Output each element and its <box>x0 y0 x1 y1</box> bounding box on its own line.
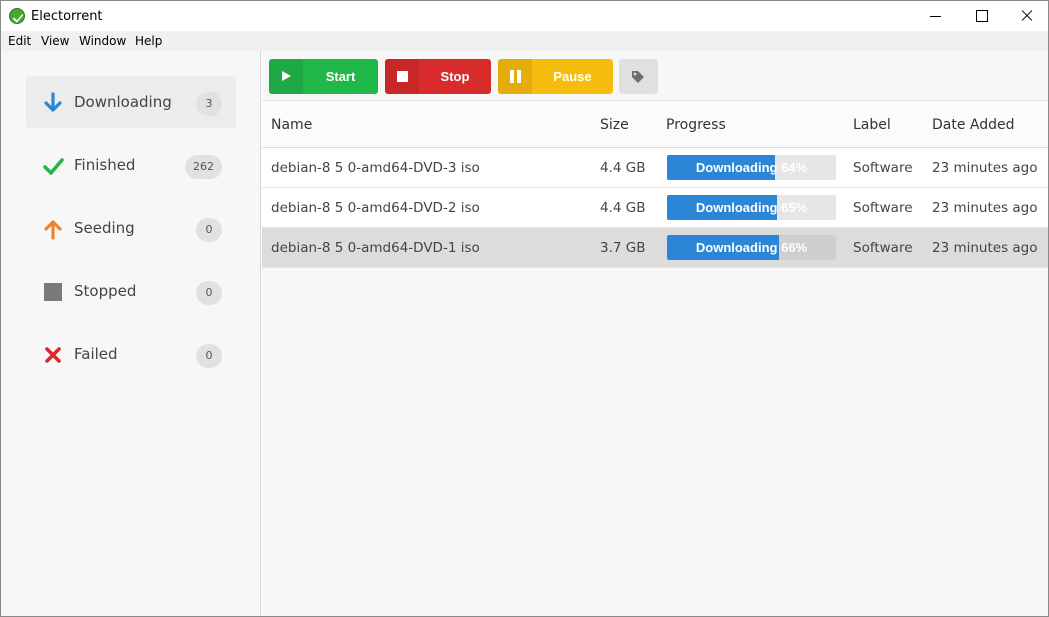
header-progress[interactable]: Progress <box>666 117 726 133</box>
checkmark-icon <box>43 158 64 175</box>
stop-button[interactable]: Stop <box>385 59 491 94</box>
pause-icon <box>510 70 522 83</box>
start-button[interactable]: Start <box>269 59 378 94</box>
count-badge: 262 <box>185 155 222 179</box>
square-icon <box>44 283 62 301</box>
sidebar-item-stopped[interactable]: Stopped 0 <box>26 265 236 317</box>
menu-window[interactable]: Window <box>79 34 126 48</box>
play-icon <box>282 71 291 81</box>
stop-button-label: Stop <box>440 69 470 84</box>
count-badge: 0 <box>196 281 222 305</box>
sidebar-item-label: Stopped <box>74 282 137 300</box>
sidebar-item-label: Finished <box>74 156 136 174</box>
torrent-label: Software <box>853 200 913 216</box>
maximize-button[interactable] <box>958 1 1004 31</box>
sidebar-item-label: Failed <box>74 345 118 363</box>
torrent-name: debian-8 5 0-amd64-DVD-3 iso <box>271 160 480 176</box>
minimize-button[interactable] <box>912 1 958 31</box>
torrent-label: Software <box>853 240 913 256</box>
menu-view[interactable]: View <box>41 34 69 48</box>
pause-button-label: Pause <box>553 69 592 84</box>
table-row[interactable]: debian-8 5 0-amd64-DVD-1 iso 3.7 GB Down… <box>262 228 1048 268</box>
table-row[interactable]: debian-8 5 0-amd64-DVD-3 iso 4.4 GB Down… <box>262 148 1048 188</box>
header-label[interactable]: Label <box>853 117 891 133</box>
app-window: Electorrent Edit View Window Help Downlo… <box>0 0 1049 617</box>
torrent-date-added: 23 minutes ago <box>932 160 1038 176</box>
arrow-down-icon <box>44 92 62 112</box>
sidebar-item-failed[interactable]: Failed 0 <box>26 328 236 380</box>
torrent-date-added: 23 minutes ago <box>932 200 1038 216</box>
x-icon <box>45 347 61 363</box>
count-badge: 3 <box>196 92 222 116</box>
arrow-up-icon <box>44 220 62 240</box>
count-badge: 0 <box>196 218 222 242</box>
menu-bar: Edit View Window Help <box>1 31 1048 51</box>
torrent-size: 4.4 GB <box>600 160 646 176</box>
sidebar-item-downloading[interactable]: Downloading 3 <box>26 76 236 128</box>
tag-icon <box>632 71 644 83</box>
torrent-name: debian-8 5 0-amd64-DVD-1 iso <box>271 240 480 256</box>
torrent-table: Name Size Progress Label Date Added debi… <box>262 102 1048 616</box>
torrent-label: Software <box>853 160 913 176</box>
sidebar-item-label: Downloading <box>74 93 172 111</box>
window-title: Electorrent <box>31 9 103 24</box>
header-date-added[interactable]: Date Added <box>932 117 1015 133</box>
progress-bar: Downloading 66% <box>667 235 836 260</box>
sidebar-item-finished[interactable]: Finished 262 <box>26 139 236 191</box>
table-header: Name Size Progress Label Date Added <box>262 102 1048 148</box>
torrent-size: 4.4 GB <box>600 200 646 216</box>
sidebar: Downloading 3 Finished 262 Seeding 0 Sto… <box>1 51 261 616</box>
progress-bar: Downloading 65% <box>667 195 836 220</box>
progress-text: Downloading 65% <box>695 200 808 215</box>
table-row[interactable]: debian-8 5 0-amd64-DVD-2 iso 4.4 GB Down… <box>262 188 1048 228</box>
count-badge: 0 <box>196 344 222 368</box>
sidebar-item-label: Seeding <box>74 219 135 237</box>
progress-bar: Downloading 64% <box>667 155 836 180</box>
close-button[interactable] <box>1004 1 1048 31</box>
progress-text: Downloading 64% <box>695 160 808 175</box>
progress-text: Downloading 66% <box>695 240 808 255</box>
header-size[interactable]: Size <box>600 117 629 133</box>
pause-button[interactable]: Pause <box>498 59 613 94</box>
toolbar: Start Stop Pause <box>262 51 1048 101</box>
menu-help[interactable]: Help <box>135 34 162 48</box>
torrent-name: debian-8 5 0-amd64-DVD-2 iso <box>271 200 480 216</box>
start-button-label: Start <box>325 69 356 84</box>
app-logo-icon <box>9 8 25 24</box>
title-bar: Electorrent <box>1 1 1048 31</box>
sidebar-item-seeding[interactable]: Seeding 0 <box>26 202 236 254</box>
stop-icon <box>397 71 408 82</box>
menu-edit[interactable]: Edit <box>8 34 31 48</box>
header-name[interactable]: Name <box>271 117 312 133</box>
torrent-date-added: 23 minutes ago <box>932 240 1038 256</box>
set-label-button[interactable] <box>619 59 658 94</box>
torrent-size: 3.7 GB <box>600 240 646 256</box>
